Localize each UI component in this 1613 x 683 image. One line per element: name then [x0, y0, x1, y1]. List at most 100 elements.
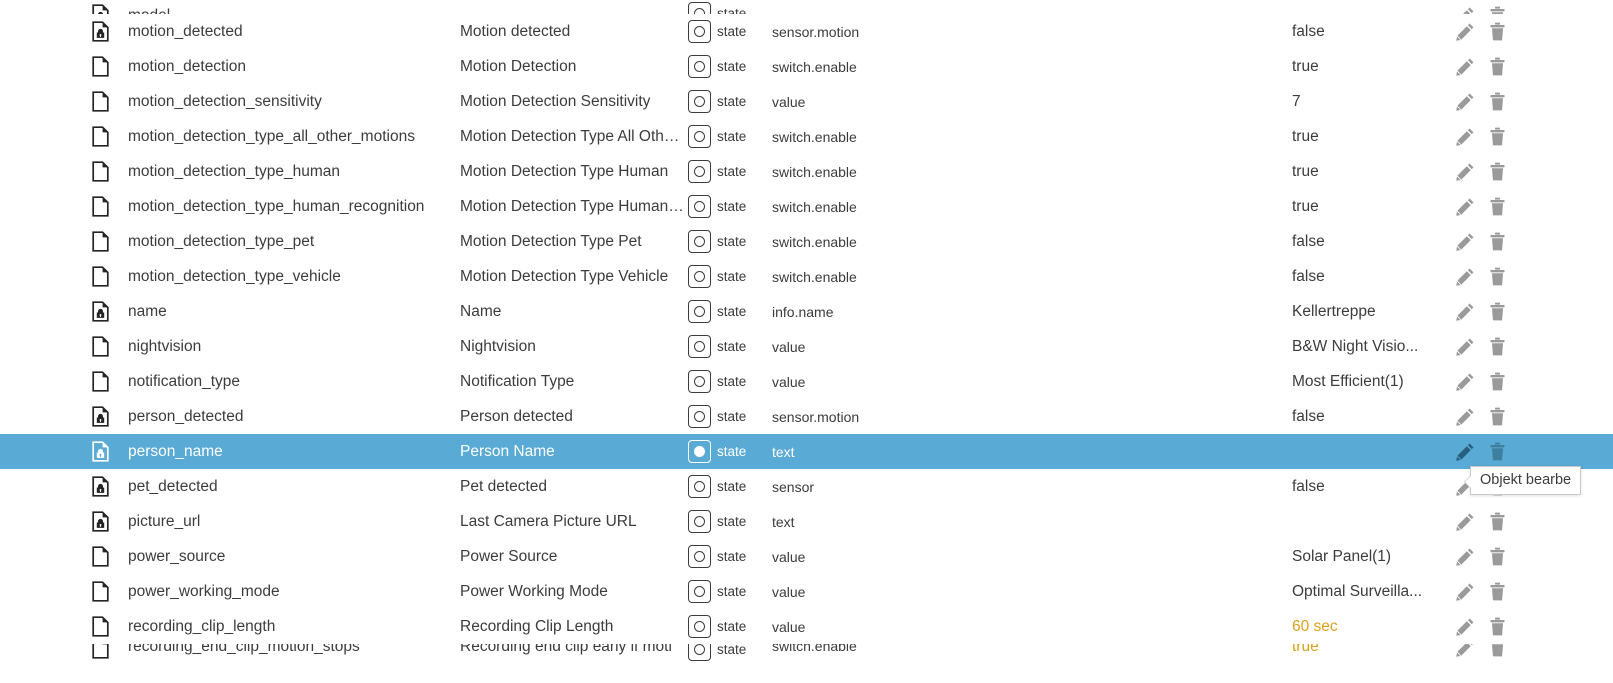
delete-object-button[interactable]: [1488, 162, 1507, 181]
state-badge[interactable]: state: [688, 615, 772, 638]
delete-object-button[interactable]: [1488, 547, 1507, 566]
state-radio-icon[interactable]: [688, 195, 711, 218]
state-radio-icon[interactable]: [688, 440, 711, 463]
state-badge[interactable]: state: [688, 475, 772, 498]
state-radio-icon[interactable]: [688, 615, 711, 638]
delete-object-button[interactable]: [1488, 57, 1507, 76]
state-radio-icon[interactable]: [688, 370, 711, 393]
state-radio-icon[interactable]: [688, 125, 711, 148]
edit-object-button[interactable]: [1456, 232, 1475, 251]
state-radio-icon[interactable]: [688, 580, 711, 603]
state-radio-icon[interactable]: [688, 475, 711, 498]
state-badge[interactable]: state: [688, 160, 772, 183]
delete-object-button[interactable]: [1488, 197, 1507, 216]
table-row[interactable]: motion_detected Motion detected state senso…: [0, 14, 1613, 49]
delete-object-button[interactable]: [1488, 232, 1507, 251]
object-value: 7: [1292, 92, 1301, 110]
state-badge[interactable]: state: [688, 644, 772, 661]
state-badge[interactable]: state: [688, 440, 772, 463]
state-badge[interactable]: state: [688, 510, 772, 533]
object-value: Optimal Surveilla...: [1292, 582, 1423, 600]
edit-object-button[interactable]: [1456, 337, 1475, 356]
table-row[interactable]: recording_clip_length Recording Clip Leng…: [0, 609, 1613, 644]
edit-object-button[interactable]: [1456, 127, 1475, 146]
state-badge[interactable]: state: [688, 55, 772, 78]
edit-object-button[interactable]: [1456, 6, 1475, 14]
state-radio-icon[interactable]: [688, 644, 711, 661]
state-badge[interactable]: state: [688, 20, 772, 43]
state-badge[interactable]: state: [688, 195, 772, 218]
table-row[interactable]: recording_end_clip_motion_stops Recording…: [0, 644, 1613, 668]
state-badge[interactable]: state: [688, 335, 772, 358]
table-row[interactable]: picture_url Last Camera Picture URL state t…: [0, 504, 1613, 539]
state-radio-icon[interactable]: [688, 300, 711, 323]
table-row[interactable]: motion_detection Motion Detection state swi…: [0, 49, 1613, 84]
table-row[interactable]: person_name Person Name state text: [0, 434, 1613, 469]
state-badge[interactable]: state: [688, 125, 772, 148]
table-row[interactable]: motion_detection_type_human Motion Detect…: [0, 154, 1613, 189]
state-radio-icon[interactable]: [688, 230, 711, 253]
edit-object-button[interactable]: [1456, 197, 1475, 216]
delete-object-button[interactable]: [1488, 302, 1507, 321]
state-radio-icon[interactable]: [688, 90, 711, 113]
delete-object-button[interactable]: [1488, 372, 1507, 391]
state-radio-icon[interactable]: [688, 405, 711, 428]
delete-object-button[interactable]: [1488, 617, 1507, 636]
edit-object-button[interactable]: [1456, 57, 1475, 76]
delete-object-button[interactable]: [1488, 22, 1507, 41]
table-row[interactable]: pet_detected Pet detected state sensor false: [0, 469, 1613, 504]
state-badge[interactable]: state: [688, 265, 772, 288]
edit-object-button[interactable]: [1456, 512, 1475, 531]
state-badge[interactable]: state: [688, 370, 772, 393]
edit-object-button[interactable]: [1456, 267, 1475, 286]
delete-object-button[interactable]: [1488, 337, 1507, 356]
edit-object-button[interactable]: [1456, 547, 1475, 566]
edit-object-button[interactable]: [1456, 92, 1475, 111]
table-row[interactable]: person_detected Person detected state senso…: [0, 399, 1613, 434]
table-row[interactable]: notification_type Notification Type state v…: [0, 364, 1613, 399]
state-badge[interactable]: state: [688, 230, 772, 253]
table-row[interactable]: nightvision Nightvision state value B&W Nigh…: [0, 329, 1613, 364]
state-badge[interactable]: state: [688, 2, 772, 14]
table-row[interactable]: motion_detection_type_vehicle Motion Dete…: [0, 259, 1613, 294]
delete-object-button[interactable]: [1488, 582, 1507, 601]
edit-object-button[interactable]: [1456, 582, 1475, 601]
state-radio-icon[interactable]: [688, 510, 711, 533]
state-radio-icon[interactable]: [688, 55, 711, 78]
edit-object-button[interactable]: [1456, 644, 1475, 657]
state-badge[interactable]: state: [688, 300, 772, 323]
edit-object-button[interactable]: [1456, 407, 1475, 426]
table-row[interactable]: model state: [0, 0, 1613, 14]
delete-object-button[interactable]: [1488, 127, 1507, 146]
edit-object-button[interactable]: [1456, 442, 1475, 461]
state-badge[interactable]: state: [688, 580, 772, 603]
state-radio-icon[interactable]: [688, 335, 711, 358]
state-radio-icon[interactable]: [688, 160, 711, 183]
edit-object-button[interactable]: [1456, 617, 1475, 636]
table-row[interactable]: motion_detection_type_human_recognition M…: [0, 189, 1613, 224]
table-row[interactable]: name Name state info.name Kellertreppe: [0, 294, 1613, 329]
delete-object-button[interactable]: [1488, 407, 1507, 426]
state-radio-icon[interactable]: [688, 265, 711, 288]
state-badge[interactable]: state: [688, 405, 772, 428]
table-row[interactable]: motion_detection_type_all_other_motions M…: [0, 119, 1613, 154]
table-row[interactable]: power_working_mode Power Working Mode stat…: [0, 574, 1613, 609]
table-row[interactable]: motion_detection_sensitivity Motion Detec…: [0, 84, 1613, 119]
delete-object-button[interactable]: [1488, 512, 1507, 531]
state-badge[interactable]: state: [688, 545, 772, 568]
delete-object-button[interactable]: [1488, 6, 1507, 14]
delete-object-button[interactable]: [1488, 644, 1507, 657]
edit-object-button[interactable]: [1456, 302, 1475, 321]
table-row[interactable]: motion_detection_type_pet Motion Detectio…: [0, 224, 1613, 259]
delete-object-button[interactable]: [1488, 267, 1507, 286]
state-radio-icon[interactable]: [688, 2, 711, 14]
edit-object-button[interactable]: [1456, 162, 1475, 181]
edit-object-button[interactable]: [1456, 372, 1475, 391]
state-radio-icon[interactable]: [688, 545, 711, 568]
delete-object-button[interactable]: [1488, 92, 1507, 111]
edit-object-button[interactable]: [1456, 22, 1475, 41]
state-badge[interactable]: state: [688, 90, 772, 113]
state-radio-icon[interactable]: [688, 20, 711, 43]
table-row[interactable]: power_source Power Source state value Solar …: [0, 539, 1613, 574]
delete-object-button[interactable]: [1488, 442, 1507, 461]
